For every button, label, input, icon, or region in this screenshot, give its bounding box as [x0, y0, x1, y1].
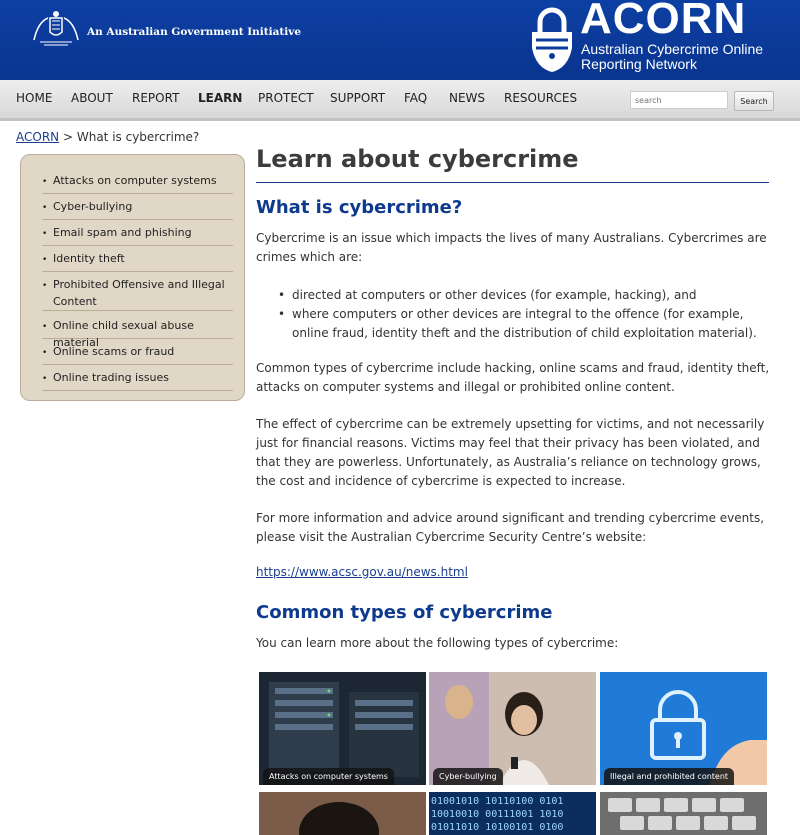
tile-binary-code[interactable]: 01001010 10110100 0101 10010010 00111001…	[429, 792, 596, 835]
effect-paragraph: The effect of cybercrime can be extremel…	[256, 417, 765, 488]
cybercrime-definition-list: directed at computers or other devices (…	[276, 286, 776, 343]
nav-learn[interactable]: LEARN	[198, 91, 242, 105]
child-image	[259, 792, 426, 835]
nav-resources[interactable]: RESOURCES	[504, 91, 577, 105]
nav-protect[interactable]: PROTECT	[258, 91, 314, 105]
bullet-icon: •	[42, 255, 48, 265]
tile-child-image[interactable]	[259, 792, 426, 835]
sidebar-nav: • Attacks on computer systems • Cyber-bull…	[20, 154, 245, 401]
nav-about[interactable]: ABOUT	[71, 91, 113, 105]
bullet-icon: •	[42, 281, 48, 291]
nav-report[interactable]: REPORT	[132, 91, 179, 105]
bullet-icon: •	[42, 374, 48, 384]
bullet-icon: •	[42, 177, 48, 187]
nav-faq[interactable]: FAQ	[404, 91, 427, 105]
breadcrumb-current: What is cybercrime?	[76, 130, 200, 144]
brand-subtitle: Australian Cybercrime Online Reporting N…	[581, 41, 764, 72]
binary-code-image: 01001010 10110100 0101 10010010 00111001…	[429, 792, 596, 835]
sidebar-item-trading-issues[interactable]: • Online trading issues	[42, 370, 233, 391]
page-title: Learn about cybercrime	[256, 145, 579, 173]
svg-text:01011010 10100101 0100: 01011010 10100101 0100	[431, 822, 563, 833]
sidebar-item-scams-fraud[interactable]: • Online scams or fraud	[42, 344, 233, 365]
coat-of-arms-icon	[33, 11, 79, 46]
tile-cyber-bullying[interactable]: Cyber-bullying	[429, 672, 596, 785]
intro-paragraph: Cybercrime is an issue which impacts the…	[256, 231, 767, 264]
learn-more-paragraph: You can learn more about the following t…	[256, 636, 619, 650]
main-nav: HOME ABOUT REPORT LEARN PROTECT SUPPORT …	[0, 80, 800, 121]
site-header: An Australian Government Initiative ACOR…	[0, 0, 800, 80]
sidebar-item-attacks[interactable]: • Attacks on computer systems	[42, 173, 233, 194]
breadcrumb-home-link[interactable]: ACORN	[16, 130, 59, 144]
tile-caption: Attacks on computer systems	[263, 768, 394, 785]
svg-text:10010010 00111001 1010: 10010010 00111001 1010	[431, 809, 563, 820]
tile-caption: Illegal and prohibited content	[604, 768, 735, 785]
common-types-paragraph: Common types of cybercrime include hacki…	[256, 361, 770, 394]
sidebar-item-prohibited-content[interactable]: • Prohibited Offensive and Illegal Conten…	[42, 277, 233, 311]
sidebar-item-cyber-bullying[interactable]: • Cyber-bullying	[42, 199, 233, 220]
search-input[interactable]	[630, 91, 728, 109]
title-divider	[256, 182, 769, 183]
bullet-icon: •	[42, 322, 48, 332]
tile-keyboard[interactable]	[600, 792, 767, 835]
acsc-news-link[interactable]: https://www.acsc.gov.au/news.html	[256, 565, 468, 579]
svg-text:01001010 10110100 0101: 01001010 10110100 0101	[431, 796, 563, 807]
list-item: directed at computers or other devices (…	[276, 286, 776, 305]
tile-illegal-prohibited-content[interactable]: Illegal and prohibited content	[600, 672, 767, 785]
sidebar-item-child-abuse-material[interactable]: • Online child sexual abuse material	[42, 318, 233, 349]
section-heading-common-types: Common types of cybercrime	[256, 602, 553, 623]
search-button[interactable]: Search	[734, 91, 774, 111]
more-info-paragraph: For more information and advice around s…	[256, 511, 765, 544]
bullet-icon: •	[42, 229, 48, 239]
nav-news[interactable]: NEWS	[449, 91, 485, 105]
section-heading-what-is: What is cybercrime?	[256, 197, 463, 218]
gov-initiative-text: An Australian Government Initiative	[87, 26, 302, 38]
sidebar-item-identity-theft[interactable]: • Identity theft	[42, 251, 233, 272]
list-item: where computers or other devices are int…	[276, 305, 776, 343]
tile-caption: Cyber-bullying	[433, 768, 503, 785]
sidebar-item-email-spam[interactable]: • Email spam and phishing	[42, 225, 233, 246]
breadcrumb-separator: >	[62, 130, 74, 144]
bullet-icon: •	[42, 348, 48, 358]
acorn-padlock-logo[interactable]	[530, 4, 574, 74]
keyboard-image	[600, 792, 767, 835]
nav-support[interactable]: SUPPORT	[330, 91, 385, 105]
nav-home[interactable]: HOME	[16, 91, 52, 105]
tile-attacks-on-computer-systems[interactable]: Attacks on computer systems	[259, 672, 426, 785]
bullet-icon: •	[42, 203, 48, 213]
breadcrumb: ACORN > What is cybercrime?	[16, 130, 199, 144]
brand-name: ACORN	[580, 0, 747, 43]
